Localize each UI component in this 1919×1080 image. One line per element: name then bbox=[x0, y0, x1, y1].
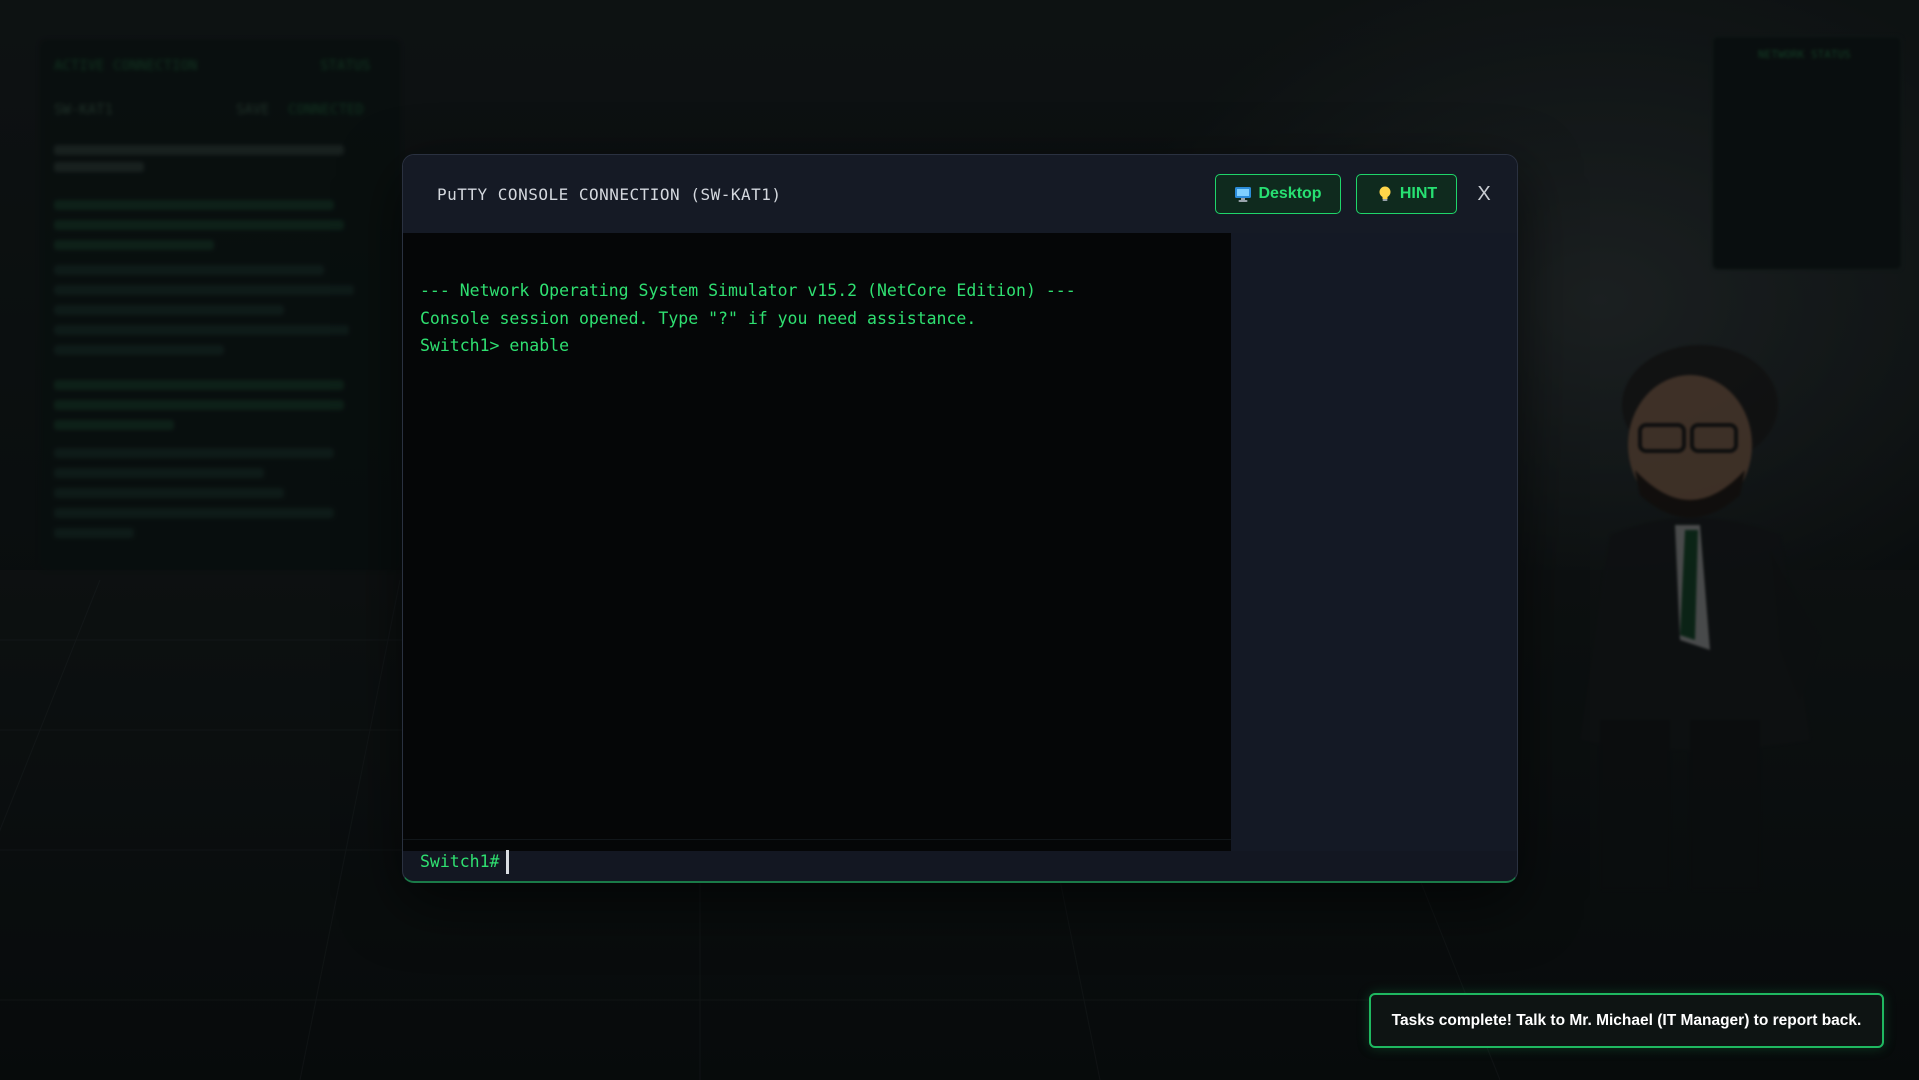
command-prompt: Switch1# bbox=[420, 852, 500, 871]
hint-button[interactable]: HINT bbox=[1356, 174, 1457, 214]
console-title-bar: PuTTY CONSOLE CONNECTION (SW-KAT1) Deskt… bbox=[403, 155, 1517, 233]
terminal-line: Console session opened. Type "?" if you … bbox=[420, 308, 977, 328]
monitor-icon bbox=[1235, 187, 1252, 202]
terminal-area[interactable]: --- Network Operating System Simulator v… bbox=[403, 233, 1231, 874]
task-complete-toast: Tasks complete! Talk to Mr. Michael (IT … bbox=[1369, 993, 1884, 1048]
terminal-line: Switch1> enable bbox=[420, 336, 570, 355]
desktop-button[interactable]: Desktop bbox=[1215, 174, 1341, 214]
putty-console-window: PuTTY CONSOLE CONNECTION (SW-KAT1) Deskt… bbox=[402, 154, 1518, 883]
lightbulb-icon bbox=[1379, 186, 1391, 201]
hint-button-label: HINT bbox=[1399, 185, 1438, 202]
game-scene: ACTIVE CONNECTION STATUS SW-KAT1 SAVE CO… bbox=[0, 0, 1919, 1080]
desktop-button-label: Desktop bbox=[1258, 185, 1322, 202]
command-input-row[interactable]: Switch1# bbox=[403, 839, 1231, 881]
terminal-output: --- Network Operating System Simulator v… bbox=[420, 277, 1076, 360]
text-cursor bbox=[506, 850, 509, 874]
close-button[interactable]: X bbox=[1471, 179, 1497, 209]
toast-message: Tasks complete! Talk to Mr. Michael (IT … bbox=[1391, 1011, 1862, 1029]
terminal-line: --- Network Operating System Simulator v… bbox=[420, 281, 1076, 300]
window-title: PuTTY CONSOLE CONNECTION (SW-KAT1) bbox=[437, 185, 782, 204]
console-side-panel bbox=[1231, 233, 1517, 851]
